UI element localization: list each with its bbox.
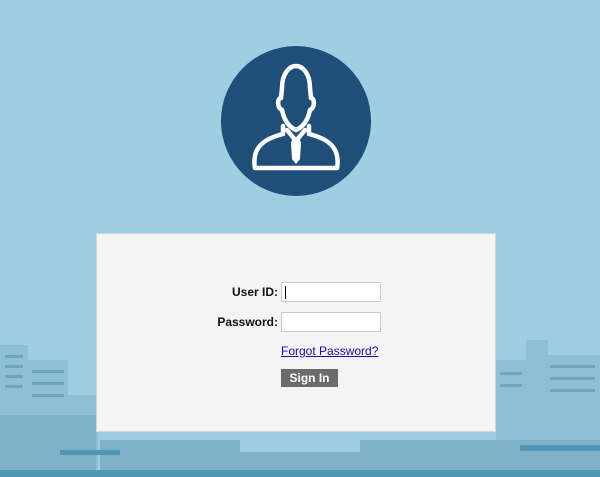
user-id-input[interactable]: [281, 282, 381, 302]
sign-in-button[interactable]: Sign In: [281, 369, 338, 387]
user-id-row: User ID:: [97, 282, 497, 304]
text-caret: [285, 286, 286, 299]
user-tie-icon: [252, 63, 340, 171]
forgot-password-link[interactable]: Forgot Password?: [281, 344, 378, 358]
login-panel: User ID: Password: Forgot Password? Sign…: [96, 233, 496, 432]
password-input[interactable]: [281, 312, 381, 332]
user-id-label: User ID:: [231, 285, 278, 299]
password-row: Password:: [97, 312, 497, 334]
password-label: Password:: [217, 315, 278, 329]
avatar: [221, 46, 371, 196]
